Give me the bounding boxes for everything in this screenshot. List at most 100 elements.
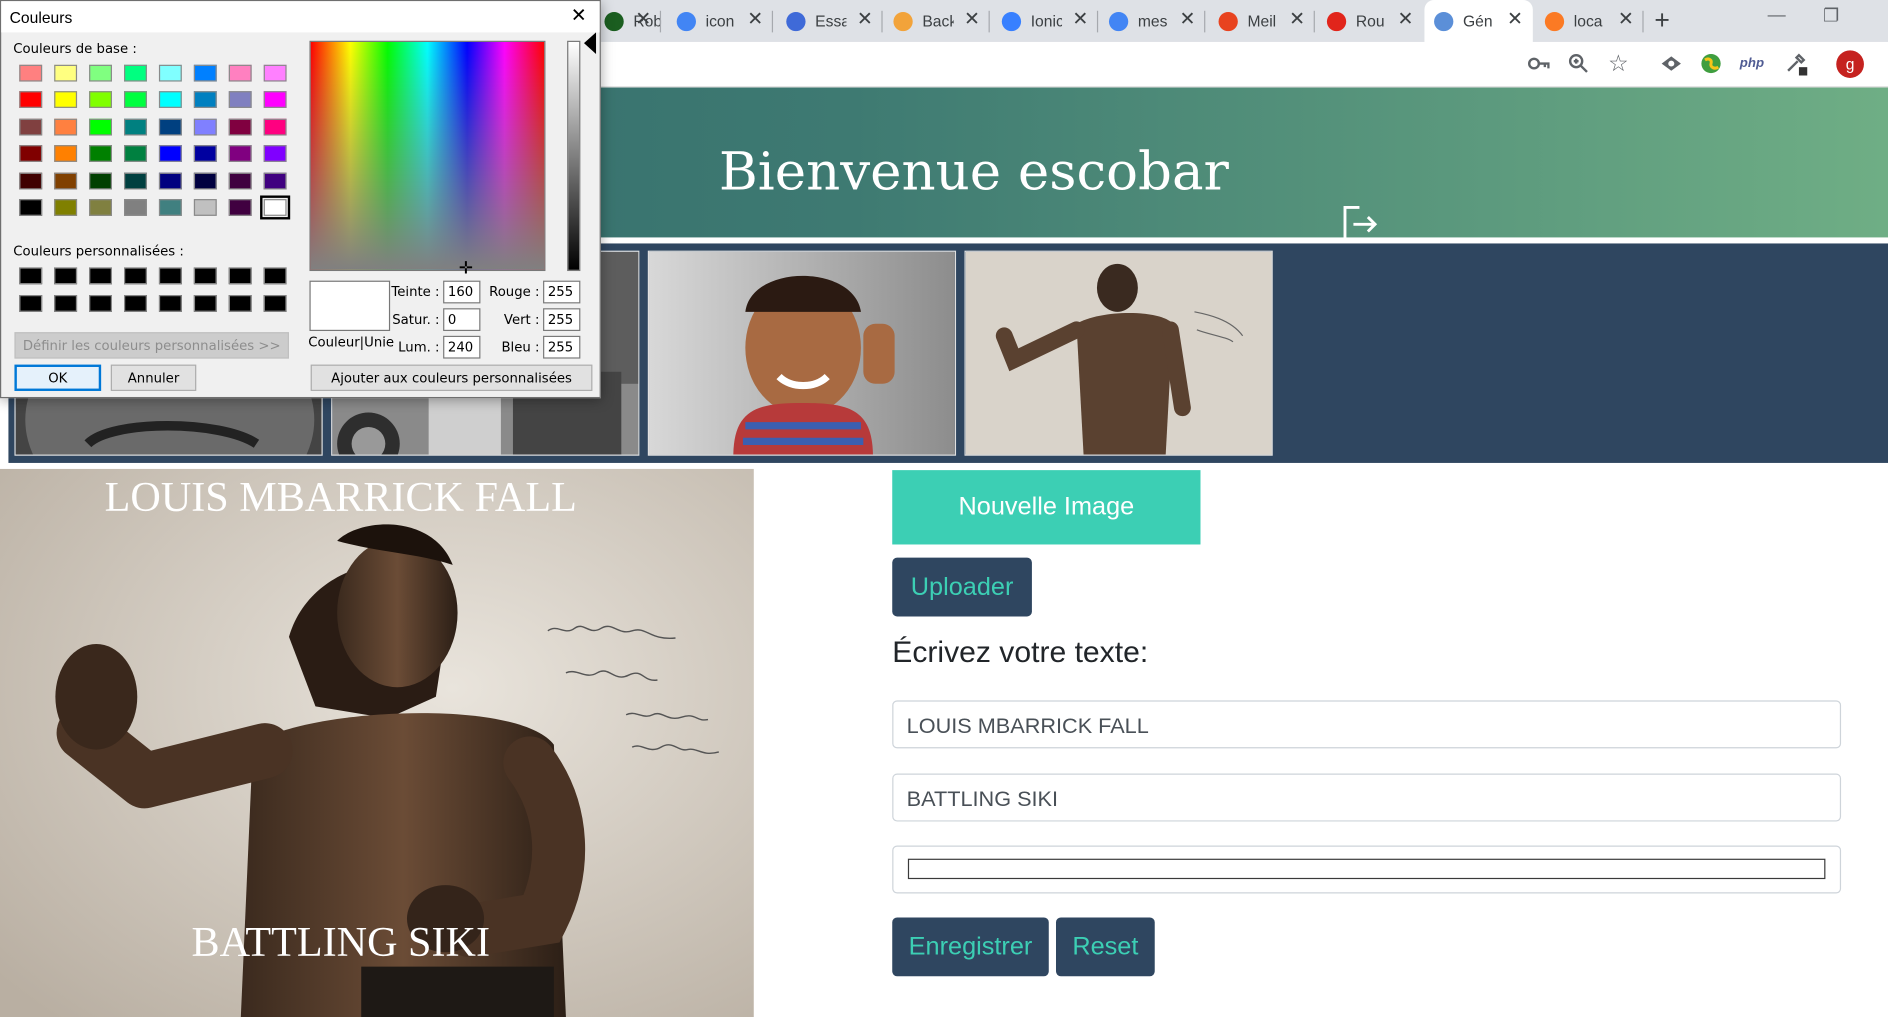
base-color-swatch[interactable] [193, 91, 217, 109]
red-input[interactable]: 255 [543, 280, 581, 304]
base-color-swatch[interactable] [54, 145, 78, 163]
globe-extension-icon[interactable] [1698, 50, 1724, 76]
top-text-input[interactable]: LOUIS MBARRICK FALL [892, 700, 1842, 749]
custom-color-swatch[interactable] [193, 267, 217, 285]
define-custom-colors-button[interactable]: Définir les couleurs personnalisées >> [14, 332, 289, 359]
base-color-swatch[interactable] [228, 91, 252, 109]
base-color-swatch[interactable] [263, 118, 287, 136]
base-color-swatch[interactable] [263, 64, 287, 82]
base-color-swatch[interactable] [263, 91, 287, 109]
base-color-swatch[interactable] [158, 145, 182, 163]
base-color-swatch[interactable] [124, 91, 147, 109]
eyedropper-extension-icon[interactable] [1782, 50, 1808, 76]
base-color-swatch[interactable] [124, 118, 147, 136]
color-swatch-input[interactable] [907, 858, 1826, 880]
new-tab-button[interactable]: + [1654, 5, 1669, 36]
base-color-swatch[interactable] [19, 145, 43, 163]
custom-color-swatch[interactable] [158, 295, 182, 312]
base-color-swatch[interactable] [263, 145, 287, 163]
custom-color-swatch[interactable] [19, 267, 43, 285]
browser-tab[interactable]: Rou ✕ [1317, 0, 1423, 42]
blue-input[interactable]: 255 [543, 335, 581, 359]
base-color-swatch[interactable] [158, 199, 182, 216]
base-color-swatch[interactable] [19, 91, 43, 109]
base-color-swatch[interactable] [228, 64, 252, 82]
base-color-swatch[interactable] [19, 118, 43, 136]
browser-tab[interactable]: Back ✕ [884, 0, 990, 42]
bottom-text-input[interactable]: BATTLING SIKI [892, 773, 1842, 822]
custom-color-swatch[interactable] [89, 295, 112, 312]
custom-color-swatch[interactable] [158, 267, 182, 285]
base-color-swatch[interactable] [193, 145, 217, 163]
star-icon[interactable]: ☆ [1605, 50, 1631, 76]
custom-color-swatch[interactable] [228, 267, 252, 285]
key-icon[interactable] [1526, 50, 1552, 76]
close-icon[interactable]: ✕ [571, 4, 587, 28]
base-color-swatch[interactable] [19, 64, 43, 82]
base-color-swatch[interactable] [193, 172, 217, 190]
base-color-swatch[interactable] [89, 145, 112, 163]
green-input[interactable]: 255 [543, 308, 581, 332]
php-extension-icon[interactable]: php [1739, 50, 1765, 76]
browser-tab[interactable]: Gén ✕ [1424, 0, 1533, 42]
base-color-swatch[interactable] [89, 64, 112, 82]
tab-close-icon[interactable]: ✕ [635, 10, 651, 30]
base-color-swatch[interactable] [19, 199, 43, 216]
browser-tab[interactable]: mes ✕ [1099, 0, 1206, 42]
base-color-swatch[interactable] [89, 199, 112, 216]
base-color-swatch[interactable] [263, 172, 287, 190]
minimize-icon[interactable]: — [1768, 5, 1786, 25]
base-color-swatch[interactable] [228, 118, 252, 136]
base-color-swatch[interactable] [89, 91, 112, 109]
custom-color-swatch[interactable] [124, 267, 147, 285]
tab-close-icon[interactable]: ✕ [1618, 10, 1634, 30]
tab-close-icon[interactable]: ✕ [1072, 10, 1088, 30]
ok-button[interactable]: OK [14, 364, 102, 391]
base-color-swatch[interactable] [54, 64, 78, 82]
custom-color-swatch[interactable] [54, 267, 78, 285]
upload-button[interactable]: Uploader [892, 557, 1032, 617]
base-color-swatch[interactable] [124, 145, 147, 163]
base-color-swatch[interactable] [19, 172, 43, 190]
luminance-slider[interactable] [567, 40, 581, 272]
browser-tab[interactable]: Essa ✕ [777, 0, 883, 42]
base-color-swatch[interactable] [228, 145, 252, 163]
new-image-button[interactable]: Nouvelle Image [892, 470, 1201, 545]
browser-tab[interactable]: Ionic ✕ [992, 0, 1099, 42]
base-color-swatch[interactable] [158, 172, 182, 190]
base-color-swatch[interactable] [124, 64, 147, 82]
thumb-boxer[interactable] [964, 250, 1273, 456]
tab-close-icon[interactable]: ✕ [1180, 10, 1196, 30]
base-color-swatch[interactable] [124, 199, 147, 216]
tab-close-icon[interactable]: ✕ [747, 10, 763, 30]
save-button[interactable]: Enregistrer [892, 917, 1049, 977]
tab-close-icon[interactable]: ✕ [1397, 10, 1413, 30]
base-color-swatch[interactable] [158, 118, 182, 136]
add-custom-colors-button[interactable]: Ajouter aux couleurs personnalisées [310, 364, 593, 391]
tab-close-icon[interactable]: ✕ [1289, 10, 1305, 30]
base-color-swatch[interactable] [193, 118, 217, 136]
eye-extension-icon[interactable] [1658, 50, 1684, 76]
custom-color-swatch[interactable] [193, 295, 217, 312]
browser-tab[interactable]: Robi✕ [595, 0, 662, 42]
base-color-swatch[interactable] [54, 172, 78, 190]
browser-tab[interactable]: loca ✕ [1535, 0, 1644, 42]
base-color-swatch[interactable] [158, 91, 182, 109]
base-color-swatch[interactable] [260, 195, 291, 220]
browser-tab[interactable]: Meil ✕ [1209, 0, 1315, 42]
custom-color-swatch[interactable] [54, 295, 78, 312]
profile-avatar[interactable]: g [1836, 50, 1864, 78]
cancel-button[interactable]: Annuler [110, 364, 197, 391]
base-color-swatch[interactable] [89, 172, 112, 190]
custom-color-swatch[interactable] [228, 295, 252, 312]
base-color-swatch[interactable] [124, 172, 147, 190]
zoom-icon[interactable] [1565, 50, 1591, 76]
custom-color-swatch[interactable] [19, 295, 43, 312]
base-color-swatch[interactable] [158, 64, 182, 82]
reset-button[interactable]: Reset [1055, 917, 1155, 977]
thumb-smiling-boy[interactable] [647, 250, 957, 456]
tab-close-icon[interactable]: ✕ [1507, 10, 1523, 30]
base-color-swatch[interactable] [89, 118, 112, 136]
color-spectrum[interactable] [309, 40, 546, 272]
tab-close-icon[interactable]: ✕ [857, 10, 873, 30]
